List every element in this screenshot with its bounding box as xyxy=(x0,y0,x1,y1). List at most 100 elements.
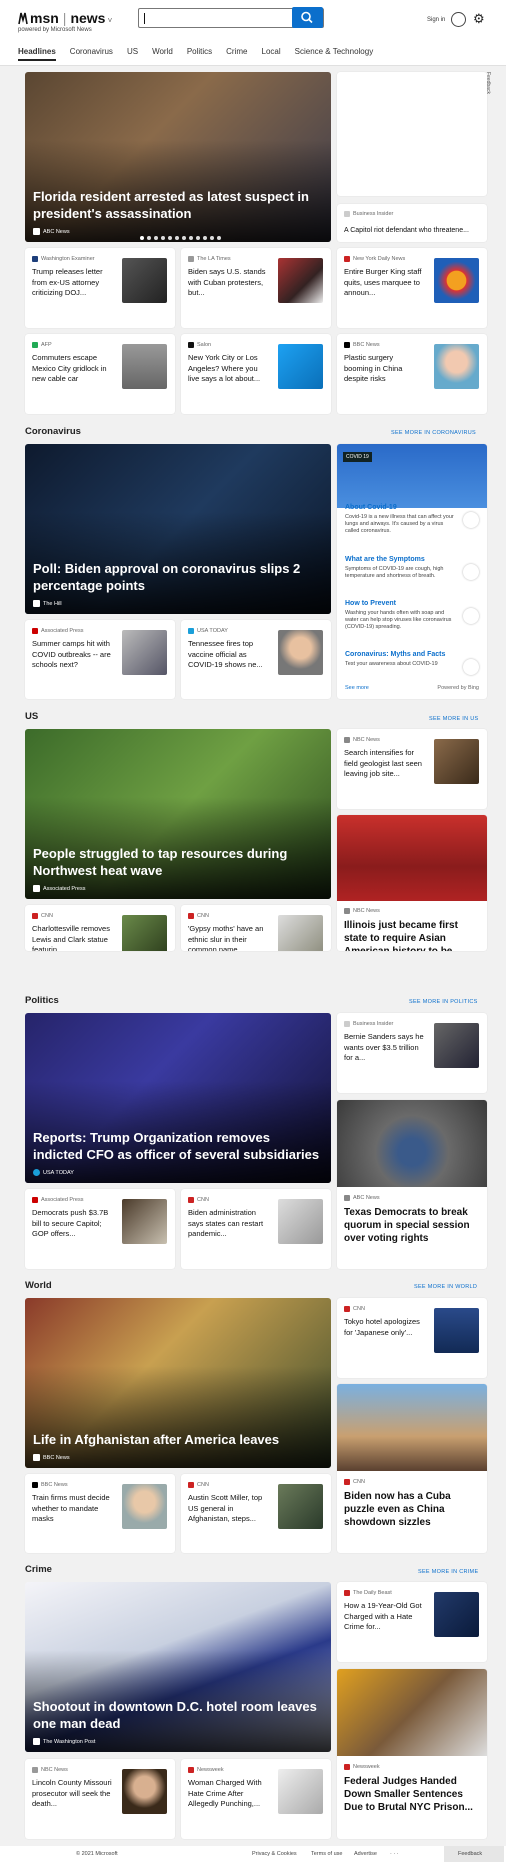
story-card[interactable]: Salon New York City or Los Angeles? Wher… xyxy=(181,334,331,414)
see-more-crime[interactable]: SEE MORE IN CRIME xyxy=(418,1569,478,1575)
myths-icon xyxy=(463,659,479,675)
covid-see-more[interactable]: See more xyxy=(345,685,369,691)
story-title: Train firms must decide whether to manda… xyxy=(32,1493,110,1523)
story-card[interactable]: BBC News Train firms must decide whether… xyxy=(25,1474,175,1553)
search-icon xyxy=(301,11,313,24)
hero-source: Associated Press xyxy=(33,885,86,892)
story-card-large[interactable]: NBC News Illinois just became first stat… xyxy=(337,815,487,951)
story-source: AFP xyxy=(32,342,52,348)
tab-coronavirus[interactable]: Coronavirus xyxy=(70,47,113,61)
story-card[interactable]: NBC News Lincoln County Missouri prosecu… xyxy=(25,1759,175,1839)
story-card[interactable]: CNN 'Gypsy moths' have an ethnic slur in… xyxy=(181,905,331,951)
story-source: NBC News xyxy=(32,1767,68,1773)
story-source: The Daily Beast xyxy=(344,1590,392,1596)
feedback-button[interactable]: Feedback xyxy=(444,1846,504,1862)
story-card[interactable]: Associated Press Summer camps hit with C… xyxy=(25,620,175,699)
privacy-link[interactable]: Privacy & Cookies xyxy=(252,1851,297,1857)
story-card[interactable]: BBC News Plastic surgery booming in Chin… xyxy=(337,334,487,414)
story-title: Summer camps hit with COVID outbreaks --… xyxy=(32,639,111,669)
powered-by-bing: Powered by Bing xyxy=(437,685,479,691)
story-card[interactable]: The Daily Beast How a 19-Year-Old Got Ch… xyxy=(337,1582,487,1662)
story-thumbnail xyxy=(122,1199,167,1244)
story-source: NBC News xyxy=(344,908,380,914)
story-card[interactable]: Washington Examiner Trump releases lette… xyxy=(25,248,175,328)
advertise-link[interactable]: Advertise xyxy=(354,1851,377,1857)
story-source: Salon xyxy=(188,342,211,348)
ad-slot xyxy=(337,72,487,196)
gear-icon[interactable]: ⚙ xyxy=(473,12,485,25)
story-image xyxy=(337,1384,487,1471)
story-title: Illinois just became first state to requ… xyxy=(344,920,458,951)
tab-local[interactable]: Local xyxy=(262,47,281,61)
story-title: Biden administration says states can res… xyxy=(188,1208,264,1238)
story-title: Search intensifies for field geologist l… xyxy=(344,748,422,778)
story-card[interactable]: CNN Austin Scott Miller, top US general … xyxy=(181,1474,331,1553)
story-card[interactable]: CNN Charlottesville removes Lewis and Cl… xyxy=(25,905,175,951)
signin-link[interactable]: Sign in xyxy=(427,17,445,23)
story-title: Tennessee fires top vaccine official as … xyxy=(188,639,263,669)
story-card[interactable]: New York Daily News Entire Burger King s… xyxy=(337,248,487,328)
covid-about[interactable]: About Covid-19 Covid-19 is a new illness … xyxy=(345,504,479,535)
hero-source: The Hill xyxy=(33,600,62,607)
story-card-large[interactable]: CNN Biden now has a Cuba puzzle even as … xyxy=(337,1384,487,1553)
hero-story[interactable]: People struggled to tap resources during… xyxy=(25,729,331,899)
covid-prevent[interactable]: How to Prevent Washing your hands often w… xyxy=(345,600,479,631)
more-links[interactable]: · · · xyxy=(390,1851,399,1857)
header: msn | news ˅ powered by Microsoft News Sig… xyxy=(0,0,506,66)
hero-source: The Washington Post xyxy=(33,1738,95,1745)
story-card-large[interactable]: ABC News Texas Democrats to break quorum… xyxy=(337,1100,487,1269)
hero-title: Reports: Trump Organization removes indi… xyxy=(33,1130,320,1162)
story-source: CNN xyxy=(188,1482,209,1488)
story-card[interactable]: CNN Tokyo hotel apologizes for 'Japanese… xyxy=(337,1298,487,1378)
hero-story[interactable]: Reports: Trump Organization removes indi… xyxy=(25,1013,331,1183)
hero-story[interactable]: Poll: Biden approval on coronavirus slip… xyxy=(25,444,331,614)
story-card[interactable]: Newsweek Woman Charged With Hate Crime A… xyxy=(181,1759,331,1839)
covid-symptoms[interactable]: What are the Symptoms Symptoms of COVID-1… xyxy=(345,556,479,580)
story-card[interactable]: USA TODAY Tennessee fires top vaccine of… xyxy=(181,620,331,699)
hero-title: Life in Afghanistan after America leaves xyxy=(33,1432,280,1447)
story-card[interactable]: Associated Press Democrats push $3.7B bi… xyxy=(25,1189,175,1269)
tab-science-technology[interactable]: Science & Technology xyxy=(295,47,374,61)
tab-crime[interactable]: Crime xyxy=(226,47,247,61)
story-card[interactable]: AFP Commuters escape Mexico City gridloc… xyxy=(25,334,175,414)
see-more-coronavirus[interactable]: SEE MORE IN CORONAVIRUS xyxy=(391,430,476,436)
covid-myths[interactable]: Coronavirus: Myths and Facts Test your aw… xyxy=(345,651,479,675)
hero-story[interactable]: Life in Afghanistan after America leaves… xyxy=(25,1298,331,1468)
story-card-large[interactable]: Newsweek Federal Judges Handed Down Smal… xyxy=(337,1669,487,1839)
story-thumbnail xyxy=(434,739,479,784)
story-title: Bernie Sanders says he wants over $3.5 t… xyxy=(344,1032,424,1062)
story-card[interactable]: CNN Biden administration says states can… xyxy=(181,1189,331,1269)
tab-politics[interactable]: Politics xyxy=(187,47,212,61)
story-source: CNN xyxy=(344,1479,365,1485)
copyright: © 2021 Microsoft xyxy=(76,1851,118,1857)
avatar-icon[interactable] xyxy=(451,12,466,27)
story-source: The LA Times xyxy=(188,256,231,262)
story-source: Associated Press xyxy=(32,1197,84,1203)
story-card[interactable]: The LA Times Biden says U.S. stands with… xyxy=(181,248,331,328)
side-story[interactable]: Business Insider A Capitol riot defendan… xyxy=(337,204,487,242)
covid-badge: COVID 19 xyxy=(343,452,372,462)
hero-story[interactable]: Shootout in downtown D.C. hotel room lea… xyxy=(25,1582,331,1752)
hero-title: Florida resident arrested as latest susp… xyxy=(33,189,309,221)
hero-story[interactable]: Florida resident arrested as latest susp… xyxy=(25,72,331,242)
see-more-politics[interactable]: SEE MORE IN POLITICS xyxy=(409,999,478,1005)
story-thumbnail xyxy=(434,1592,479,1637)
tab-headlines[interactable]: Headlines xyxy=(18,47,56,61)
story-card[interactable]: Business Insider Bernie Sanders says he … xyxy=(337,1013,487,1093)
story-title: How a 19-Year-Old Got Charged with a Hat… xyxy=(344,1601,422,1631)
tab-us[interactable]: US xyxy=(127,47,138,61)
search-button[interactable] xyxy=(292,7,323,28)
story-source: CNN xyxy=(188,1197,209,1203)
tab-world[interactable]: World xyxy=(152,47,173,61)
terms-link[interactable]: Terms of use xyxy=(311,1851,342,1857)
carousel-dots[interactable] xyxy=(140,236,221,240)
story-title: New York City or Los Angeles? Where you … xyxy=(188,353,261,383)
handwash-icon xyxy=(463,608,479,624)
msn-logo[interactable]: msn | news ˅ xyxy=(18,10,112,26)
hero-title: Shootout in downtown D.C. hotel room lea… xyxy=(33,1699,317,1731)
story-card[interactable]: NBC News Search intensifies for field ge… xyxy=(337,729,487,809)
story-title: Charlottesville removes Lewis and Clark … xyxy=(32,924,110,951)
story-image xyxy=(337,815,487,901)
see-more-world[interactable]: SEE MORE IN WORLD xyxy=(414,1284,477,1290)
see-more-us[interactable]: SEE MORE IN US xyxy=(429,716,478,722)
